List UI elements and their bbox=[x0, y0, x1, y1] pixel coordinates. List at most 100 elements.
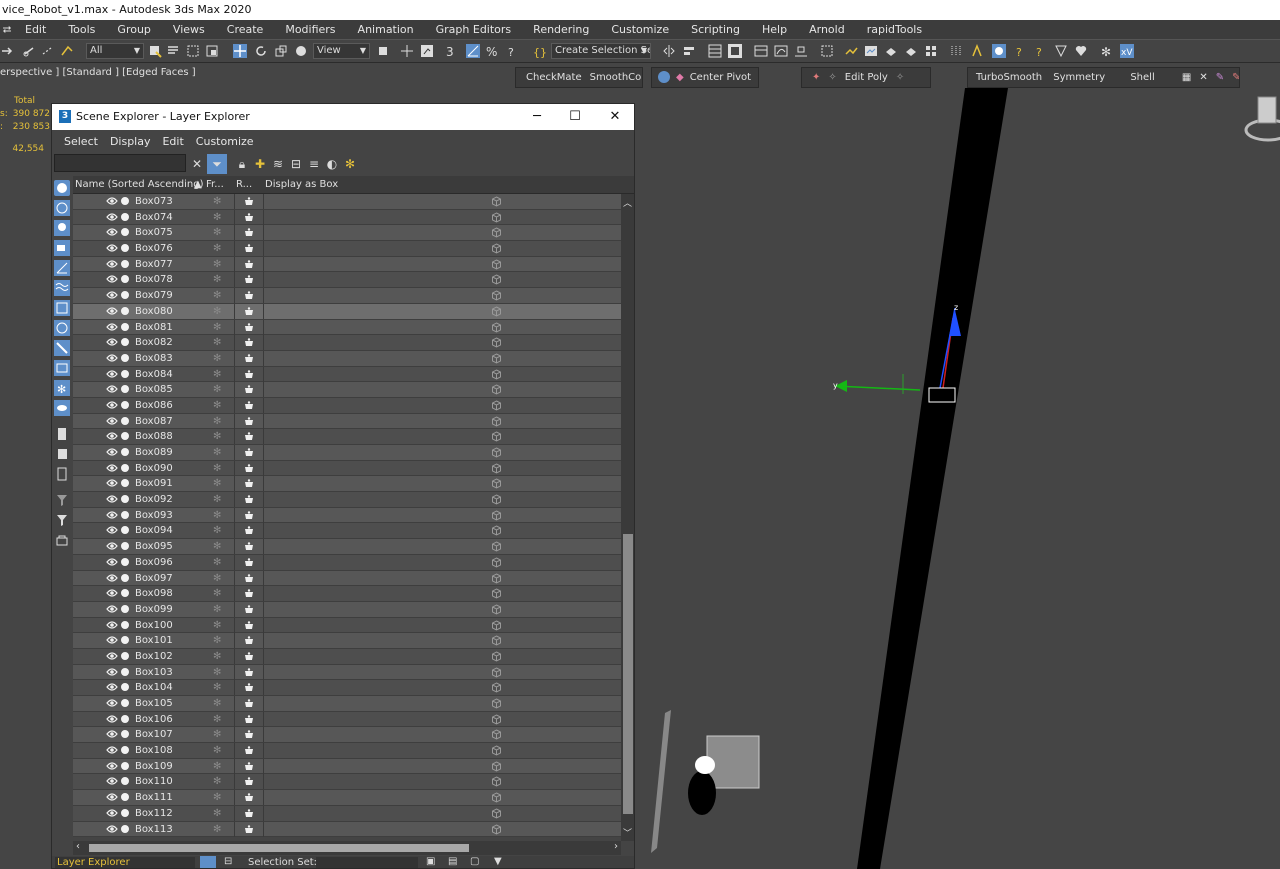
display-as-box-icon[interactable] bbox=[491, 353, 502, 364]
filter-funnel-icon[interactable] bbox=[54, 492, 70, 508]
display-as-box-icon[interactable] bbox=[491, 478, 502, 489]
scroll-down-icon[interactable]: ﹀ bbox=[623, 826, 632, 839]
object-name[interactable]: Box089 bbox=[135, 445, 173, 460]
layer-dot-icon[interactable] bbox=[121, 338, 129, 347]
visibility-eye-icon[interactable] bbox=[106, 823, 118, 835]
visibility-eye-icon[interactable] bbox=[106, 587, 118, 599]
display-as-box-icon[interactable] bbox=[491, 259, 502, 270]
sort-ascending-icon[interactable]: ▲ bbox=[194, 176, 202, 193]
object-name[interactable]: Box082 bbox=[135, 335, 173, 350]
visibility-eye-icon[interactable] bbox=[106, 258, 118, 270]
display-as-box-icon[interactable] bbox=[491, 384, 502, 395]
renderable-teapot-icon[interactable] bbox=[243, 447, 255, 458]
display-as-box-icon[interactable] bbox=[491, 494, 502, 505]
freeze-icon[interactable]: ✻ bbox=[213, 744, 221, 757]
named-selection-icon[interactable]: {} bbox=[532, 44, 547, 59]
material-editor-icon[interactable] bbox=[820, 44, 834, 58]
scene-row[interactable]: Box079 ✻ bbox=[73, 288, 621, 304]
clear-search-icon[interactable]: ✕ bbox=[189, 154, 205, 174]
object-name[interactable]: Box110 bbox=[135, 774, 173, 789]
renderable-teapot-icon[interactable] bbox=[243, 337, 255, 348]
scene-row[interactable]: Box096 ✻ bbox=[73, 554, 621, 571]
freeze-icon[interactable]: ✻ bbox=[213, 524, 221, 537]
display-as-box-icon[interactable] bbox=[491, 729, 502, 740]
layer-dot-icon[interactable] bbox=[121, 228, 129, 237]
snaps-toggle-icon[interactable]: 3 bbox=[446, 44, 460, 59]
display-as-box-icon[interactable] bbox=[491, 682, 502, 693]
renderable-teapot-icon[interactable] bbox=[243, 212, 255, 223]
layer-dot-icon[interactable] bbox=[121, 667, 129, 676]
display-as-box-icon[interactable] bbox=[491, 620, 502, 631]
object-name[interactable]: Box086 bbox=[135, 398, 173, 413]
freeze-icon[interactable]: ✻ bbox=[213, 368, 221, 381]
layer-dot-icon[interactable] bbox=[121, 777, 129, 786]
vertical-scrollbar[interactable]: ︿ ﹀ bbox=[621, 194, 634, 841]
display-as-box-icon[interactable] bbox=[491, 525, 502, 536]
object-name[interactable]: Box075 bbox=[135, 225, 173, 240]
object-name[interactable]: Box081 bbox=[135, 320, 173, 335]
select-manipulate-icon[interactable] bbox=[400, 44, 414, 58]
freeze-icon[interactable]: ✻ bbox=[213, 728, 221, 741]
menu-help[interactable]: Help bbox=[751, 20, 798, 39]
select-by-name-icon[interactable] bbox=[166, 44, 180, 58]
select-set-icon[interactable]: ▤ bbox=[448, 856, 457, 867]
toggle-ribbon-icon[interactable] bbox=[754, 44, 768, 58]
visibility-eye-icon[interactable] bbox=[106, 650, 118, 662]
freeze-icon[interactable]: ✻ bbox=[213, 775, 221, 788]
freeze-icon[interactable]: ✻ bbox=[213, 556, 221, 569]
scene-row[interactable]: Box111 ✻ bbox=[73, 790, 621, 806]
xview-icon[interactable]: xV bbox=[1120, 44, 1134, 58]
layers-icon[interactable]: ≋ bbox=[270, 154, 286, 174]
object-name[interactable]: Box106 bbox=[135, 712, 173, 727]
visibility-eye-icon[interactable] bbox=[106, 572, 118, 584]
freeze-icon[interactable]: ✻ bbox=[213, 321, 221, 334]
renderable-teapot-icon[interactable] bbox=[243, 588, 255, 599]
se-menu-display[interactable]: Display bbox=[98, 135, 151, 148]
menu-overflow-icon[interactable]: ⮂ bbox=[0, 23, 14, 37]
freeze-icon[interactable]: ✻ bbox=[1100, 44, 1114, 59]
layer-dot-icon[interactable] bbox=[121, 385, 129, 394]
visibility-eye-icon[interactable] bbox=[106, 713, 118, 725]
freeze-icon[interactable]: ✻ bbox=[213, 572, 221, 585]
display-as-box-icon[interactable] bbox=[491, 306, 502, 317]
display-none-icon[interactable] bbox=[54, 446, 70, 462]
renderable-teapot-icon[interactable] bbox=[243, 714, 255, 725]
horizontal-scrollbar[interactable]: ‹ › bbox=[73, 841, 621, 855]
display-as-box-icon[interactable] bbox=[491, 588, 502, 599]
scene-row[interactable]: Box094 ✻ bbox=[73, 523, 621, 540]
edit-poly-button[interactable]: Edit Poly bbox=[845, 72, 888, 83]
rendered-frame-window-icon[interactable] bbox=[864, 44, 878, 58]
selection-set-dropdown[interactable] bbox=[316, 857, 418, 868]
visibility-eye-icon[interactable] bbox=[106, 226, 118, 238]
object-name[interactable]: Box094 bbox=[135, 523, 173, 538]
object-name[interactable]: Box105 bbox=[135, 696, 173, 711]
display-lights-icon[interactable] bbox=[54, 220, 70, 236]
scene-row[interactable]: Box090 ✻ bbox=[73, 460, 621, 477]
layer-dot-icon[interactable] bbox=[121, 416, 129, 425]
column-display-box-header[interactable]: Display as Box bbox=[265, 176, 338, 193]
object-name[interactable]: Box096 bbox=[135, 555, 173, 570]
scene-row[interactable]: Box109 ✻ bbox=[73, 758, 621, 775]
bind-spacewarp-icon[interactable] bbox=[60, 44, 74, 58]
object-name[interactable]: Box085 bbox=[135, 382, 173, 397]
object-name[interactable]: Box073 bbox=[135, 194, 173, 209]
filter-icon[interactable] bbox=[54, 512, 70, 528]
viewcube[interactable] bbox=[1240, 95, 1280, 145]
menu-views[interactable]: Views bbox=[162, 20, 216, 39]
menu-group[interactable]: Group bbox=[106, 20, 162, 39]
renderable-teapot-icon[interactable] bbox=[243, 463, 255, 474]
renderable-teapot-icon[interactable] bbox=[243, 729, 255, 740]
vertical-scroll-thumb[interactable] bbox=[623, 534, 633, 814]
menu-create[interactable]: Create bbox=[216, 20, 275, 39]
close-icon[interactable]: ✕ bbox=[595, 104, 634, 130]
scene-row[interactable]: Box100 ✻ bbox=[73, 617, 621, 634]
container-icon[interactable] bbox=[54, 532, 70, 548]
scene-row[interactable]: Box077 ✻ bbox=[73, 256, 621, 273]
layer-dot-icon[interactable] bbox=[121, 526, 129, 535]
menu-scripting[interactable]: Scripting bbox=[680, 20, 751, 39]
heart-icon[interactable] bbox=[1074, 44, 1088, 58]
object-name[interactable]: Box099 bbox=[135, 602, 173, 617]
scene-row[interactable]: Box104 ✻ bbox=[73, 680, 621, 696]
display-as-box-icon[interactable] bbox=[491, 463, 502, 474]
renderable-teapot-icon[interactable] bbox=[243, 667, 255, 678]
